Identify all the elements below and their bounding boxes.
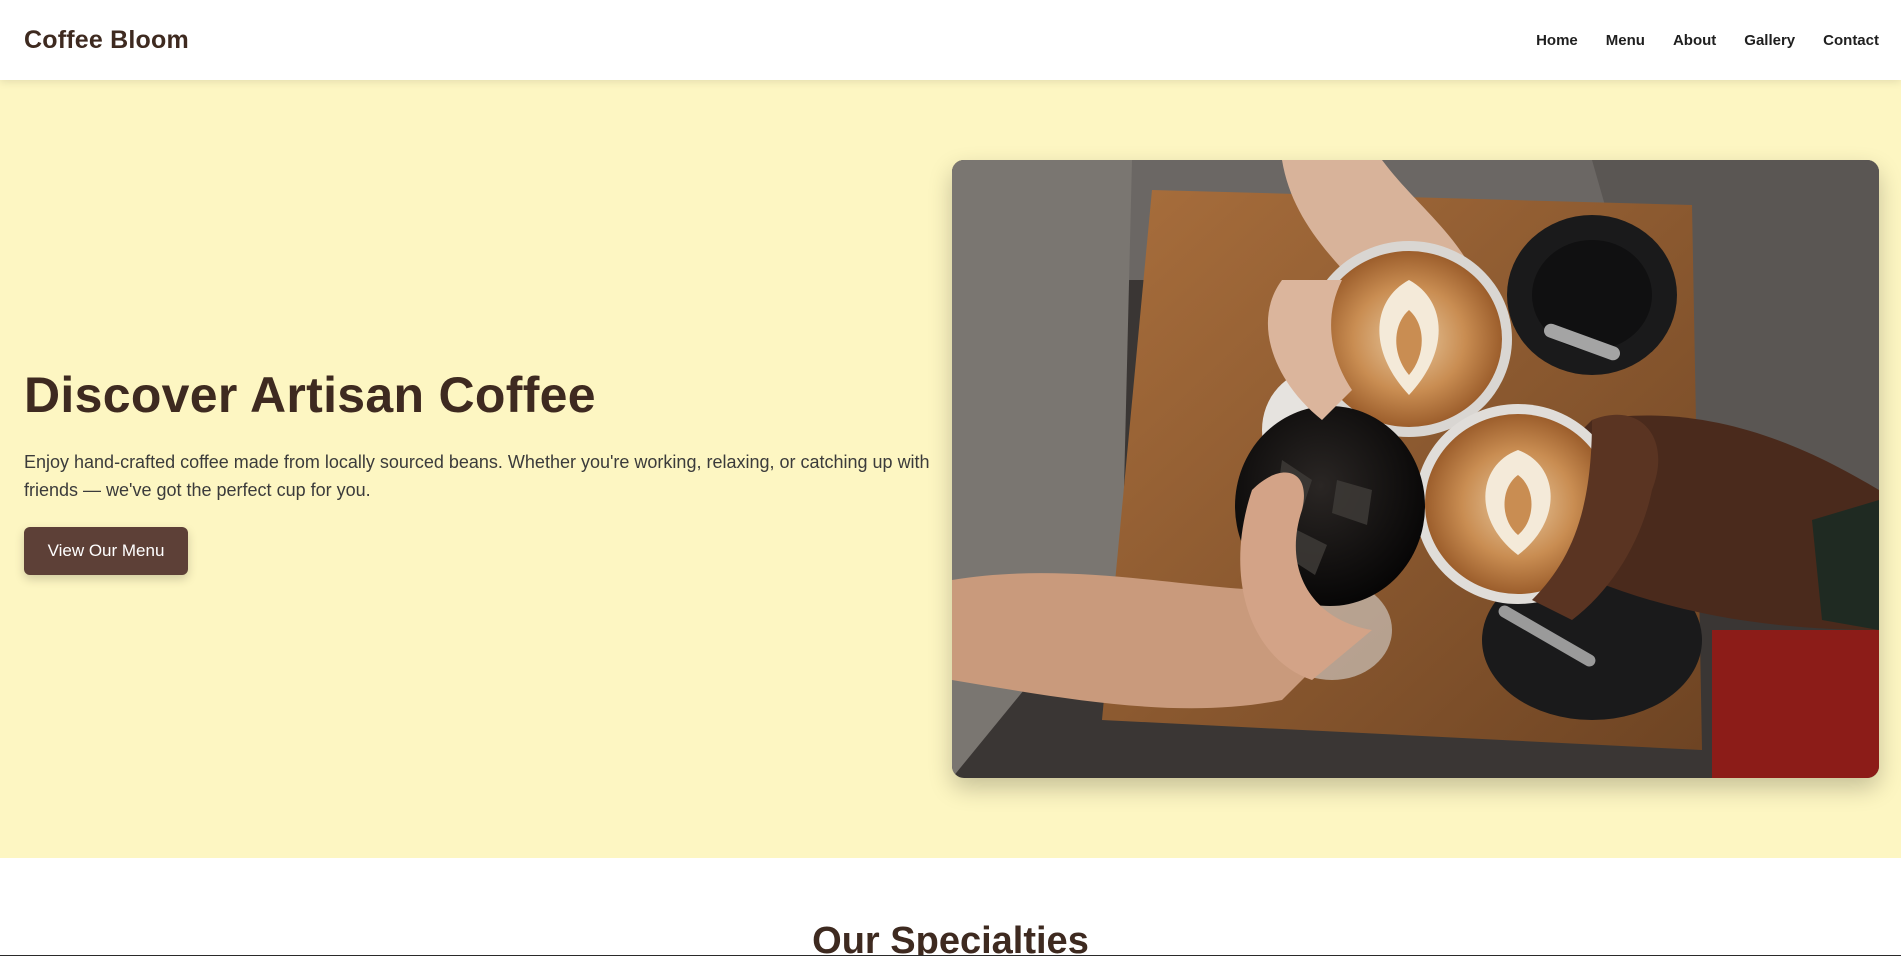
- specialties-section: Our Specialties: [0, 858, 1901, 956]
- hero-title: Discover Artisan Coffee: [24, 367, 596, 423]
- hero-description: Enjoy hand-crafted coffee made from loca…: [24, 452, 930, 500]
- site-header: Coffee Bloom Home Menu About Gallery Con…: [0, 0, 1901, 80]
- specialties-title: Our Specialties: [812, 920, 1089, 956]
- nav-contact[interactable]: Contact: [1823, 32, 1879, 49]
- hero-section: Discover Artisan Coffee Enjoy hand-craft…: [0, 80, 1901, 858]
- brand-logo[interactable]: Coffee Bloom: [24, 26, 189, 55]
- nav-home[interactable]: Home: [1536, 32, 1578, 49]
- coffee-cheers-image: [952, 160, 1879, 778]
- hero-coffee-photo: [952, 160, 1879, 778]
- nav-about[interactable]: About: [1673, 32, 1716, 49]
- nav-gallery[interactable]: Gallery: [1744, 32, 1795, 49]
- view-menu-button[interactable]: View Our Menu: [24, 527, 188, 575]
- nav-menu[interactable]: Menu: [1606, 32, 1645, 49]
- main-nav: Home Menu About Gallery Contact: [1508, 32, 1879, 49]
